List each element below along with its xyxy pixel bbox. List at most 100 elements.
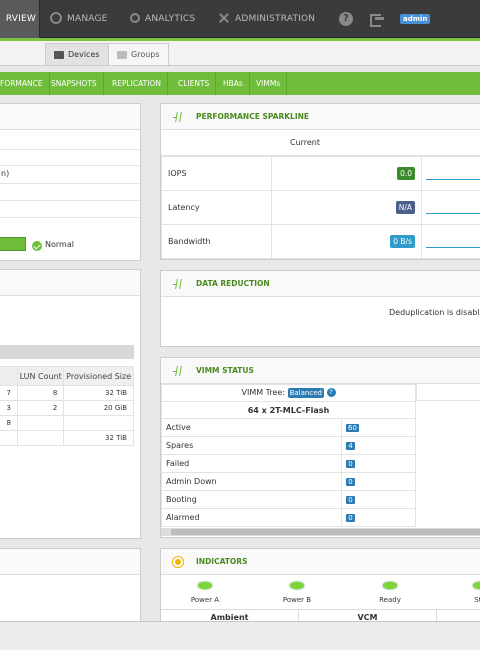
vimm-alarmed-count[interactable]: 0 [346,514,355,522]
system-info-panel: n) Normal [0,103,141,261]
vimm-failed-count[interactable]: 0 [346,460,355,468]
latency-sparkline [421,190,480,225]
performance-sparkline-header: PERFORMANCE SPARKLINE [161,104,480,130]
vimm-spares-label: Spares [161,436,342,455]
table-row[interactable]: 7 8 32 TiB [0,385,134,401]
vimm-tree-state-badge: Balanced [287,388,324,398]
header-lun-count[interactable]: LUN Count [16,366,65,386]
table-row: Booting 0 [161,490,416,509]
help-icon[interactable]: ? [326,388,336,397]
cell: 32 TiB [63,430,134,446]
nav-analytics[interactable]: ANALYTICS [130,0,195,38]
vimm-admin-down-label: Admin Down [161,472,342,491]
vimm-booting-count[interactable]: 0 [346,496,355,504]
tab-groups-label: Groups [131,50,160,59]
table-row[interactable]: 8 [0,415,134,431]
lun-summary-panel: LUN Count Provisioned Size 7 8 32 TiB 3 … [0,269,141,539]
performance-table: IOPS 0.0 Latency N/A Bandwidth 0 B/s [161,156,480,259]
power-a-label: Power A [190,596,220,604]
metric-iops-value: 0.0 [397,167,415,180]
left-bottom-panel [0,548,141,628]
nav-administration[interactable]: ADMINISTRATION [218,0,315,38]
cell [0,430,18,446]
nav-overview[interactable]: RVIEW [0,0,40,38]
tab-devices[interactable]: Devices [45,43,109,65]
logout-icon[interactable] [370,12,384,27]
cell: 8 [16,385,65,401]
help-icon[interactable]: ? [339,12,353,26]
row-divider [0,165,140,166]
table-header-blank [0,366,18,386]
bandwidth-sparkline [421,224,480,259]
cell: 32 TiB [63,385,134,401]
vimm-status-title: VIMM STATUS [196,366,254,375]
vimm-config: 64 x 2T-MLC-Flash [161,401,416,419]
horizontal-scrollbar[interactable] [161,528,480,536]
vimm-spares-count[interactable]: 4 [346,442,355,450]
sparkline-icon [173,366,183,376]
cell [63,415,134,431]
cell: 20 GiB [63,400,134,416]
table-row: VIMM Tree: Balanced ? [161,384,416,402]
vimm-status-header: VIMM STATUS [161,358,480,384]
table-row: Bandwidth 0 B/s [161,224,480,259]
vimm-tree-label: VIMM Tree: [241,388,286,397]
vimm-admin-down-count[interactable]: 0 [346,478,355,486]
latency-sparkline-line [426,213,480,214]
vimm-grid-header [416,384,480,401]
data-reduction-panel: DATA REDUCTION Deduplication is disable [160,270,480,347]
metric-bandwidth-value: 0 B/s [390,235,415,248]
device-menu: FORMANCE SNAPSHOTS REPLICATION CLIENTS H… [0,72,480,95]
user-badge[interactable]: admin [400,14,431,24]
menu-snapshots[interactable]: SNAPSHOTS [45,72,104,95]
vimm-failed-label: Failed [161,454,342,473]
cell [16,430,65,446]
power-b-label: Power B [282,596,312,604]
nav-overview-label: RVIEW [5,14,36,24]
row-divider [0,200,140,201]
vimm-table: VIMM Tree: Balanced ? 64 x 2T-MLC-Flash … [161,384,416,527]
indicators-panel: INDICATORS Power A Power B Ready Sta Amb… [160,548,480,628]
row-divider [0,217,140,218]
bandwidth-sparkline-line [426,247,480,248]
nav-manage[interactable]: MANAGE [50,0,108,38]
table-row: Latency N/A [161,190,480,225]
table-row[interactable]: 3 2 20 GiB [0,400,134,416]
menu-performance[interactable]: FORMANCE [0,72,50,95]
metric-iops-label: IOPS [161,156,272,191]
check-icon [32,241,42,251]
subtabs-bar: Devices Groups [0,41,480,66]
metric-latency-label: Latency [161,190,272,225]
row-divider [0,183,140,184]
menu-vimms[interactable]: VIMMs [250,72,288,95]
menu-clients[interactable]: CLIENTS [172,72,217,95]
table-row: Active 60 [161,418,416,437]
status-label: Sta [474,596,480,604]
top-navigation: RVIEW MANAGE ANALYTICS ADMINISTRATION ? … [0,0,480,38]
left-bottom-header [0,549,140,575]
menu-replication[interactable]: REPLICATION [106,72,168,95]
vimm-active-count[interactable]: 60 [346,424,359,432]
metric-bandwidth-label: Bandwidth [161,224,272,259]
search-icon [130,12,140,23]
power-b-led [290,582,304,589]
device-icon [54,51,64,59]
tab-groups[interactable]: Groups [108,43,169,65]
row-divider [0,149,140,150]
table-row[interactable]: 32 TiB [0,430,134,446]
table-row: IOPS 0.0 [161,156,480,191]
system-info-header [0,104,140,130]
vimm-booting-label: Booting [161,490,342,509]
menu-hbas[interactable]: HBAs [217,72,250,95]
table-row: Failed 0 [161,454,416,473]
iops-sparkline [421,156,480,191]
indicators-title: INDICATORS [196,557,248,566]
performance-sparkline-title: PERFORMANCE SPARKLINE [196,112,310,121]
cell [16,415,65,431]
header-provisioned-size[interactable]: Provisioned Size [63,366,134,386]
status-led [473,582,480,589]
data-reduction-title: DATA REDUCTION [196,279,270,288]
gear-icon [50,11,62,24]
scrollbar-thumb[interactable] [171,529,480,535]
cell: 2 [16,400,65,416]
